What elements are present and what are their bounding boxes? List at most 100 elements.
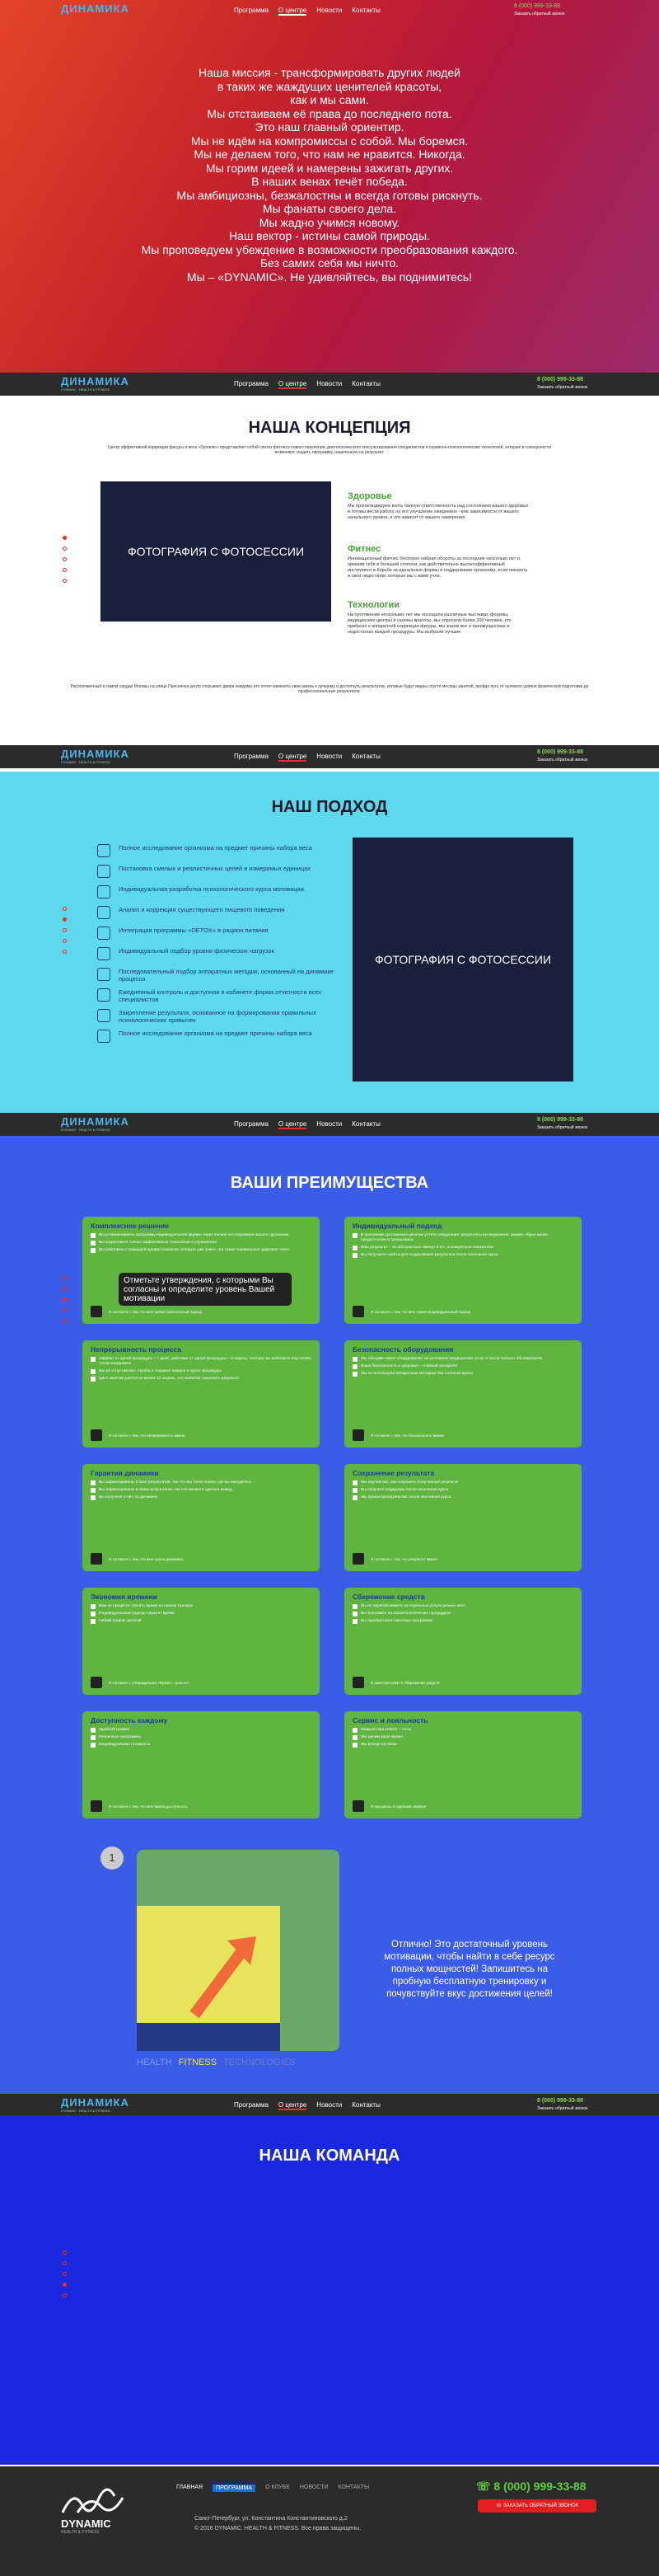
nav-callback[interactable]: Заказать обратный звонок: [537, 385, 587, 390]
footer-logo[interactable]: DYNAMIC: [61, 2517, 111, 2530]
nav-item-about[interactable]: О центре: [278, 2101, 307, 2110]
card-agree[interactable]: Я согласен с тем, что мне нужен комплекс…: [91, 1306, 202, 1317]
dot[interactable]: [63, 536, 67, 540]
dot[interactable]: [63, 928, 67, 932]
nav-item-news[interactable]: Новости: [316, 7, 342, 16]
nav-item-about[interactable]: О центре: [278, 380, 307, 389]
logo[interactable]: ДИНАМИКА DYNAMIC · HEALTH & FITNESS: [61, 748, 129, 764]
dot[interactable]: [63, 907, 67, 911]
card-agree[interactable]: Я согласен с тем, что безопасность важна: [353, 1429, 444, 1441]
nav-item-program[interactable]: Программа: [234, 1120, 269, 1129]
checkbox-icon[interactable]: [353, 1429, 364, 1441]
nav-phone[interactable]: 8 (000) 999-33-88: [537, 2098, 583, 2104]
checkbox-icon[interactable]: [91, 1306, 102, 1317]
card-item[interactable]: Вы получите поддержку после окончания ку…: [353, 1488, 573, 1493]
dot[interactable]: [63, 2283, 67, 2287]
card-agree[interactable]: Я согласен с утверждением «Время – деньг…: [91, 1677, 189, 1688]
card-item[interactable]: Ваша безопасность и здоровье – главный п…: [353, 1364, 573, 1369]
nav-item-news[interactable]: Новости: [316, 1120, 342, 1129]
nav-item-contacts[interactable]: Контакты: [352, 380, 381, 389]
nav-callback[interactable]: Заказать обратный звонок: [537, 1125, 587, 1130]
card-item[interactable]: Вы зафиксированы в своих результатах, та…: [91, 1488, 311, 1493]
nav-item-contacts[interactable]: Контакты: [352, 7, 381, 16]
checkbox-icon[interactable]: [91, 1553, 102, 1565]
nav-callback[interactable]: Заказать обратный звонок: [537, 2106, 587, 2111]
card-agree[interactable]: Я согласен с тем, что мне нужен индивиду…: [353, 1306, 470, 1317]
dot[interactable]: [63, 1276, 67, 1280]
card-item[interactable]: Каждый наш клиент – гость: [353, 1728, 573, 1733]
card-item[interactable]: Эффект от одной процедуры – 7 дней, дейс…: [91, 1357, 311, 1367]
nav-phone[interactable]: 8 (000) 999-33-88: [537, 1117, 583, 1123]
card-item[interactable]: Вы работаете с командой профессионалов, …: [91, 1248, 311, 1253]
card-item[interactable]: Мы не отпустим вас. Группа в сохранит ка…: [91, 1369, 311, 1374]
card-item[interactable]: Вы не переплачиваете за отдельные услуги…: [353, 1604, 573, 1609]
card-item[interactable]: Мы ценим ваше время: [353, 1735, 573, 1740]
card-agree[interactable]: Я заинтересован в сбережении средств: [353, 1677, 440, 1688]
card-item[interactable]: Удобный график: [91, 1728, 311, 1733]
dot[interactable]: [63, 1287, 67, 1291]
dot[interactable]: [63, 917, 67, 922]
nav-item-about[interactable]: О центре: [278, 7, 307, 16]
nav-item-contacts[interactable]: Контакты: [352, 753, 381, 762]
nav-item-program[interactable]: Программа: [234, 7, 269, 16]
card-item[interactable]: Вы получите отчёт по динамике: [91, 1495, 311, 1500]
card-item[interactable]: Вы закрепляете только эффективные технол…: [91, 1241, 311, 1246]
dot[interactable]: [63, 950, 67, 954]
footer-phone[interactable]: ☏ 8 (000) 999-33-88: [476, 2480, 586, 2494]
dot[interactable]: [63, 2261, 67, 2265]
card-item[interactable]: Ваш результат – не абстрактные «минус 5 …: [353, 1246, 573, 1250]
card-item[interactable]: Гибкий график занятий: [91, 1619, 311, 1624]
card-item[interactable]: Индивидуальная стоимость: [91, 1743, 311, 1748]
logo[interactable]: ДИНАМИКА DYNAMIC · HEALTH & FITNESS: [61, 1115, 129, 1132]
dot[interactable]: [63, 557, 67, 561]
card-item[interactable]: Мы не используем аппаратные методики без…: [353, 1372, 573, 1377]
nav-item-contacts[interactable]: Контакты: [352, 1120, 381, 1129]
card-agree[interactable]: Я нуждаюсь в хорошем сервисе: [353, 1800, 426, 1812]
dot[interactable]: [63, 547, 67, 551]
nav-callback[interactable]: Заказать обратный звонок: [537, 758, 587, 762]
checkbox-icon[interactable]: [91, 1429, 102, 1441]
card-agree[interactable]: Я согласен с тем, что мне нужна динамика: [91, 1553, 183, 1565]
nav-phone[interactable]: 8 (000) 999-33-88: [537, 749, 583, 755]
card-agree[interactable]: Я согласен с тем, что непрерывность важн…: [91, 1429, 185, 1441]
card-item[interactable]: Мы всегда на связи: [353, 1743, 573, 1748]
footer-item-contacts[interactable]: КОНТАКТЫ: [338, 2485, 369, 2492]
card-item[interactable]: Мы обходим новое оборудование на основан…: [353, 1357, 573, 1362]
card-item[interactable]: Вы приобретаете пакетные программы: [353, 1619, 573, 1624]
footer-item-club[interactable]: О КЛУБЕ: [265, 2485, 290, 2492]
logo[interactable]: ДИНАМИКА DYNAMIC · HEALTH & FITNESS: [61, 375, 129, 392]
dot[interactable]: [63, 1297, 67, 1302]
card-item[interactable]: Мы проконтролируем вас после окончания к…: [353, 1495, 573, 1500]
dot[interactable]: [63, 2293, 67, 2297]
footer-item-home[interactable]: ГЛАВНАЯ: [176, 2485, 203, 2492]
card-item[interactable]: Вы устанавливаете программу индивидуальн…: [91, 1233, 311, 1238]
card-item[interactable]: Вы зафиксированы в базе результатов, так…: [91, 1480, 311, 1485]
nav-item-news[interactable]: Новости: [316, 753, 342, 762]
dot[interactable]: [63, 1308, 67, 1312]
checkbox-icon[interactable]: [353, 1677, 364, 1688]
dot[interactable]: [63, 2272, 67, 2276]
nav-phone[interactable]: 8 (000) 999-33-88: [514, 3, 560, 9]
card-item[interactable]: Мы научим вас, как сохранить полученный …: [353, 1480, 573, 1485]
card-item[interactable]: Вы получаете советы для поддержания резу…: [353, 1253, 573, 1258]
nav-phone[interactable]: 8 (000) 999-33-88: [537, 377, 583, 382]
logo[interactable]: ДИНАМИКА DYNAMIC · HEALTH & FITNESS: [61, 2096, 129, 2113]
nav-item-about[interactable]: О центре: [278, 1120, 307, 1129]
dot[interactable]: [63, 579, 67, 583]
checkbox-icon[interactable]: [353, 1800, 364, 1812]
card-agree[interactable]: Я согласен с тем, что результат важен: [353, 1553, 437, 1565]
checkbox-icon[interactable]: [91, 1677, 102, 1688]
dot[interactable]: [63, 939, 67, 943]
nav-item-news[interactable]: Новости: [316, 2101, 342, 2110]
card-item[interactable]: Различные программы: [91, 1735, 311, 1740]
nav-callback[interactable]: Заказать обратный звонок: [514, 12, 564, 16]
dot[interactable]: [63, 568, 67, 572]
checkbox-icon[interactable]: [91, 1800, 102, 1812]
nav-item-contacts[interactable]: Контакты: [352, 2101, 381, 2110]
checkbox-icon[interactable]: [353, 1306, 364, 1317]
card-agree[interactable]: Я согласен с тем, что мне важна доступно…: [91, 1800, 187, 1812]
card-item[interactable]: Цикл занятий длится не менее 12 недель, …: [91, 1377, 311, 1382]
dot[interactable]: [63, 1319, 67, 1323]
card-item[interactable]: Вы экономите на косметологических процед…: [353, 1612, 573, 1616]
nav-item-program[interactable]: Программа: [234, 2101, 269, 2110]
